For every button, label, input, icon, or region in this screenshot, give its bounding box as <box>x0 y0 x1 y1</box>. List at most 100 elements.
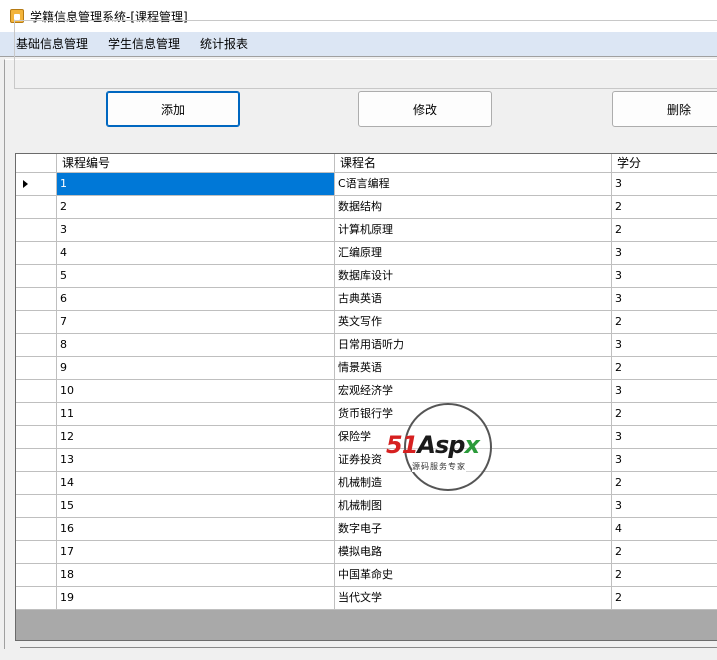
cell-course-id[interactable]: 15 <box>57 495 335 517</box>
cell-credit[interactable]: 3 <box>612 288 717 310</box>
cell-course-name[interactable]: 情景英语 <box>335 357 612 379</box>
table-row[interactable]: 2 数据结构 2 <box>16 196 717 219</box>
row-header[interactable] <box>16 173 57 195</box>
table-row[interactable]: 19 当代文学 2 <box>16 587 717 610</box>
table-row[interactable]: 15 机械制图 3 <box>16 495 717 518</box>
cell-course-name[interactable]: 数据结构 <box>335 196 612 218</box>
cell-course-name[interactable]: 计算机原理 <box>335 219 612 241</box>
cell-course-name[interactable]: 数字电子 <box>335 518 612 540</box>
table-row[interactable]: 7 英文写作 2 <box>16 311 717 334</box>
cell-course-id[interactable]: 8 <box>57 334 335 356</box>
cell-credit[interactable]: 2 <box>612 472 717 494</box>
cell-credit[interactable]: 2 <box>612 564 717 586</box>
cell-course-id[interactable]: 19 <box>57 587 335 609</box>
cell-credit[interactable]: 3 <box>612 380 717 402</box>
row-header[interactable] <box>16 380 57 402</box>
cell-course-name[interactable]: 机械制图 <box>335 495 612 517</box>
cell-credit[interactable]: 2 <box>612 403 717 425</box>
cell-course-id[interactable]: 11 <box>57 403 335 425</box>
cell-course-name[interactable]: C语言编程 <box>335 173 612 195</box>
edit-button[interactable]: 修改 <box>358 91 492 127</box>
status-divider <box>20 647 717 648</box>
cell-course-id[interactable]: 4 <box>57 242 335 264</box>
table-row[interactable]: 18 中国革命史 2 <box>16 564 717 587</box>
cell-course-id[interactable]: 14 <box>57 472 335 494</box>
cell-course-id[interactable]: 7 <box>57 311 335 333</box>
cell-course-id[interactable]: 18 <box>57 564 335 586</box>
row-header[interactable] <box>16 495 57 517</box>
cell-course-name[interactable]: 模拟电路 <box>335 541 612 563</box>
row-header[interactable] <box>16 564 57 586</box>
cell-course-name[interactable]: 宏观经济学 <box>335 380 612 402</box>
cell-course-id[interactable]: 3 <box>57 219 335 241</box>
cell-course-id[interactable]: 6 <box>57 288 335 310</box>
cell-course-id[interactable]: 17 <box>57 541 335 563</box>
cell-credit[interactable]: 2 <box>612 219 717 241</box>
cell-credit[interactable]: 3 <box>612 334 717 356</box>
table-row[interactable]: 5 数据库设计 3 <box>16 265 717 288</box>
cell-course-id[interactable]: 9 <box>57 357 335 379</box>
column-header-course-name[interactable]: 课程名 <box>335 154 612 172</box>
cell-course-name[interactable]: 古典英语 <box>335 288 612 310</box>
add-button[interactable]: 添加 <box>106 91 240 127</box>
cell-credit[interactable]: 2 <box>612 541 717 563</box>
cell-course-id[interactable]: 16 <box>57 518 335 540</box>
cell-credit[interactable]: 3 <box>612 173 717 195</box>
table-row[interactable]: 16 数字电子 4 <box>16 518 717 541</box>
table-row[interactable]: 9 情景英语 2 <box>16 357 717 380</box>
cell-course-id[interactable]: 2 <box>57 196 335 218</box>
table-row[interactable]: 8 日常用语听力 3 <box>16 334 717 357</box>
row-header[interactable] <box>16 518 57 540</box>
cell-credit[interactable]: 4 <box>612 518 717 540</box>
table-row[interactable]: 14 机械制造 2 <box>16 472 717 495</box>
cell-course-id[interactable]: 5 <box>57 265 335 287</box>
cell-credit[interactable]: 2 <box>612 311 717 333</box>
delete-button[interactable]: 删除 <box>612 91 717 127</box>
row-header[interactable] <box>16 587 57 609</box>
column-header-credit[interactable]: 学分 <box>612 154 717 172</box>
cell-course-name[interactable]: 汇编原理 <box>335 242 612 264</box>
table-row[interactable]: 1 C语言编程 3 <box>16 173 717 196</box>
cell-credit[interactable]: 3 <box>612 242 717 264</box>
table-row[interactable]: 4 汇编原理 3 <box>16 242 717 265</box>
row-header[interactable] <box>16 357 57 379</box>
table-row[interactable]: 3 计算机原理 2 <box>16 219 717 242</box>
row-header[interactable] <box>16 472 57 494</box>
row-header[interactable] <box>16 196 57 218</box>
cell-course-name[interactable]: 数据库设计 <box>335 265 612 287</box>
cell-course-name[interactable]: 日常用语听力 <box>335 334 612 356</box>
row-header[interactable] <box>16 403 57 425</box>
table-row[interactable]: 13 证券投资 3 <box>16 449 717 472</box>
cell-credit[interactable]: 3 <box>612 495 717 517</box>
row-header[interactable] <box>16 449 57 471</box>
cell-course-id[interactable]: 12 <box>57 426 335 448</box>
table-row[interactable]: 11 货币银行学 2 <box>16 403 717 426</box>
cell-credit[interactable]: 2 <box>612 357 717 379</box>
cell-credit[interactable]: 3 <box>612 426 717 448</box>
cell-credit[interactable]: 2 <box>612 587 717 609</box>
cell-course-name[interactable]: 英文写作 <box>335 311 612 333</box>
row-header[interactable] <box>16 288 57 310</box>
row-header[interactable] <box>16 242 57 264</box>
row-header[interactable] <box>16 219 57 241</box>
table-row[interactable]: 12 保险学 3 <box>16 426 717 449</box>
row-header[interactable] <box>16 541 57 563</box>
cell-course-id[interactable]: 13 <box>57 449 335 471</box>
cell-course-id[interactable]: 1 <box>57 173 335 195</box>
cell-credit[interactable]: 2 <box>612 196 717 218</box>
row-header[interactable] <box>16 426 57 448</box>
watermark-asp: Asp <box>417 431 465 459</box>
table-row[interactable]: 17 模拟电路 2 <box>16 541 717 564</box>
row-header[interactable] <box>16 311 57 333</box>
cell-course-name[interactable]: 当代文学 <box>335 587 612 609</box>
row-header[interactable] <box>16 334 57 356</box>
table-row[interactable]: 10 宏观经济学 3 <box>16 380 717 403</box>
column-header-course-id[interactable]: 课程编号 <box>57 154 335 172</box>
row-header[interactable] <box>16 265 57 287</box>
cell-credit[interactable]: 3 <box>612 449 717 471</box>
cell-credit[interactable]: 3 <box>612 265 717 287</box>
cell-course-name[interactable]: 中国革命史 <box>335 564 612 586</box>
course-grid[interactable]: 课程编号 课程名 学分 1 C语言编程 3 2 数据结构 2 3 计算机原理 2 4 汇编原理 3 5 数… <box>15 153 717 641</box>
table-row[interactable]: 6 古典英语 3 <box>16 288 717 311</box>
cell-course-id[interactable]: 10 <box>57 380 335 402</box>
